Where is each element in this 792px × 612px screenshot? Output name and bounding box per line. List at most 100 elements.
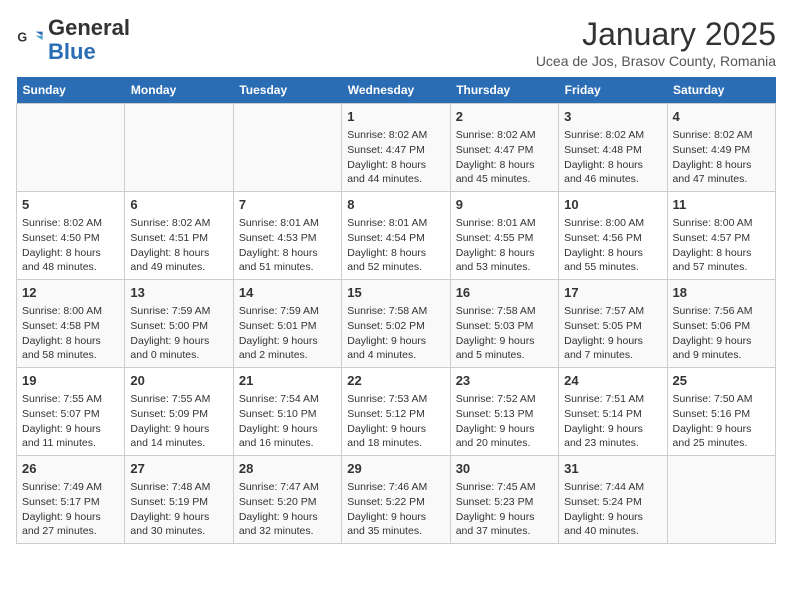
day-info: and 37 minutes. <box>456 524 553 539</box>
day-info: Sunset: 5:10 PM <box>239 407 336 422</box>
day-info: and 23 minutes. <box>564 436 661 451</box>
header-day-thursday: Thursday <box>450 77 558 104</box>
day-number: 20 <box>130 372 227 390</box>
day-info: Sunrise: 7:54 AM <box>239 392 336 407</box>
day-info: Sunrise: 8:00 AM <box>564 216 661 231</box>
day-info: Sunset: 4:54 PM <box>347 231 444 246</box>
day-info: Sunrise: 7:57 AM <box>564 304 661 319</box>
day-number: 8 <box>347 196 444 214</box>
day-cell-24: 24Sunrise: 7:51 AMSunset: 5:14 PMDayligh… <box>559 368 667 456</box>
week-row-3: 12Sunrise: 8:00 AMSunset: 4:58 PMDayligh… <box>17 280 776 368</box>
day-info: Daylight: 8 hours <box>456 246 553 261</box>
day-info: Sunrise: 8:01 AM <box>239 216 336 231</box>
day-cell-6: 6Sunrise: 8:02 AMSunset: 4:51 PMDaylight… <box>125 192 233 280</box>
day-cell-11: 11Sunrise: 8:00 AMSunset: 4:57 PMDayligh… <box>667 192 775 280</box>
day-info: and 25 minutes. <box>673 436 770 451</box>
day-info: and 49 minutes. <box>130 260 227 275</box>
day-cell-12: 12Sunrise: 8:00 AMSunset: 4:58 PMDayligh… <box>17 280 125 368</box>
day-info: Daylight: 9 hours <box>22 510 119 525</box>
day-cell-23: 23Sunrise: 7:52 AMSunset: 5:13 PMDayligh… <box>450 368 558 456</box>
day-info: Daylight: 8 hours <box>22 334 119 349</box>
empty-cell <box>233 104 341 192</box>
day-info: Sunset: 4:50 PM <box>22 231 119 246</box>
day-cell-13: 13Sunrise: 7:59 AMSunset: 5:00 PMDayligh… <box>125 280 233 368</box>
day-number: 4 <box>673 108 770 126</box>
day-cell-2: 2Sunrise: 8:02 AMSunset: 4:47 PMDaylight… <box>450 104 558 192</box>
logo-icon: G <box>16 26 44 54</box>
day-info: Sunrise: 8:02 AM <box>564 128 661 143</box>
week-row-5: 26Sunrise: 7:49 AMSunset: 5:17 PMDayligh… <box>17 456 776 544</box>
day-info: Sunrise: 8:02 AM <box>347 128 444 143</box>
day-info: Sunrise: 7:55 AM <box>22 392 119 407</box>
day-info: Sunrise: 8:00 AM <box>673 216 770 231</box>
day-cell-15: 15Sunrise: 7:58 AMSunset: 5:02 PMDayligh… <box>342 280 450 368</box>
day-number: 13 <box>130 284 227 302</box>
day-info: Sunrise: 7:58 AM <box>347 304 444 319</box>
day-info: Sunset: 5:02 PM <box>347 319 444 334</box>
day-info: Sunrise: 8:02 AM <box>673 128 770 143</box>
day-number: 27 <box>130 460 227 478</box>
day-info: Sunset: 5:03 PM <box>456 319 553 334</box>
day-info: Sunrise: 8:02 AM <box>130 216 227 231</box>
day-number: 21 <box>239 372 336 390</box>
day-info: Daylight: 8 hours <box>347 246 444 261</box>
header-row: SundayMondayTuesdayWednesdayThursdayFrid… <box>17 77 776 104</box>
logo-text: General Blue <box>48 16 130 64</box>
day-number: 22 <box>347 372 444 390</box>
day-info: and 48 minutes. <box>22 260 119 275</box>
day-info: Sunset: 5:09 PM <box>130 407 227 422</box>
day-cell-21: 21 Sunrise: 7:54 AMSunset: 5:10 PMDayligh… <box>233 368 341 456</box>
day-info: Sunset: 5:14 PM <box>564 407 661 422</box>
day-info: and 30 minutes. <box>130 524 227 539</box>
day-number: 2 <box>456 108 553 126</box>
day-info: Sunrise: 7:52 AM <box>456 392 553 407</box>
day-cell-8: 8Sunrise: 8:01 AMSunset: 4:54 PMDaylight… <box>342 192 450 280</box>
page-header: G General Blue January 2025 Ucea de Jos,… <box>16 16 776 69</box>
day-info: and 45 minutes. <box>456 172 553 187</box>
day-number: 3 <box>564 108 661 126</box>
day-info: Daylight: 9 hours <box>456 510 553 525</box>
day-number: 31 <box>564 460 661 478</box>
day-info: Daylight: 9 hours <box>239 510 336 525</box>
week-row-2: 5Sunrise: 8:02 AMSunset: 4:50 PMDaylight… <box>17 192 776 280</box>
week-row-4: 19Sunrise: 7:55 AMSunset: 5:07 PMDayligh… <box>17 368 776 456</box>
header-day-tuesday: Tuesday <box>233 77 341 104</box>
day-info: Daylight: 8 hours <box>22 246 119 261</box>
day-info: Sunrise: 8:02 AM <box>456 128 553 143</box>
day-info: Daylight: 9 hours <box>130 422 227 437</box>
calendar-body: 1Sunrise: 8:02 AMSunset: 4:47 PMDaylight… <box>17 104 776 544</box>
day-number: 7 <box>239 196 336 214</box>
day-cell-20: 20Sunrise: 7:55 AMSunset: 5:09 PMDayligh… <box>125 368 233 456</box>
day-number: 25 <box>673 372 770 390</box>
header-day-sunday: Sunday <box>17 77 125 104</box>
day-info: Sunset: 5:17 PM <box>22 495 119 510</box>
day-info: Daylight: 8 hours <box>673 246 770 261</box>
title-block: January 2025 Ucea de Jos, Brasov County,… <box>536 16 776 69</box>
day-info: and 51 minutes. <box>239 260 336 275</box>
day-info: Sunset: 5:24 PM <box>564 495 661 510</box>
day-info: Sunset: 5:05 PM <box>564 319 661 334</box>
day-info: Daylight: 9 hours <box>564 334 661 349</box>
day-info: and 47 minutes. <box>673 172 770 187</box>
day-info: Sunset: 5:16 PM <box>673 407 770 422</box>
month-title: January 2025 <box>536 16 776 53</box>
day-number: 1 <box>347 108 444 126</box>
day-info: Sunset: 5:06 PM <box>673 319 770 334</box>
day-cell-31: 31Sunrise: 7:44 AMSunset: 5:24 PMDayligh… <box>559 456 667 544</box>
day-info: Daylight: 8 hours <box>347 158 444 173</box>
day-info: Daylight: 9 hours <box>673 422 770 437</box>
day-cell-10: 10Sunrise: 8:00 AMSunset: 4:56 PMDayligh… <box>559 192 667 280</box>
day-info: and 5 minutes. <box>456 348 553 363</box>
day-cell-18: 18Sunrise: 7:56 AMSunset: 5:06 PMDayligh… <box>667 280 775 368</box>
day-info: Daylight: 8 hours <box>456 158 553 173</box>
day-info: Daylight: 9 hours <box>239 422 336 437</box>
day-number: 26 <box>22 460 119 478</box>
day-info: Daylight: 9 hours <box>347 422 444 437</box>
day-info: Sunset: 5:12 PM <box>347 407 444 422</box>
day-info: and 44 minutes. <box>347 172 444 187</box>
day-info: Sunset: 5:20 PM <box>239 495 336 510</box>
day-info: and 27 minutes. <box>22 524 119 539</box>
day-info: Daylight: 9 hours <box>564 510 661 525</box>
day-cell-5: 5Sunrise: 8:02 AMSunset: 4:50 PMDaylight… <box>17 192 125 280</box>
day-cell-22: 22Sunrise: 7:53 AMSunset: 5:12 PMDayligh… <box>342 368 450 456</box>
